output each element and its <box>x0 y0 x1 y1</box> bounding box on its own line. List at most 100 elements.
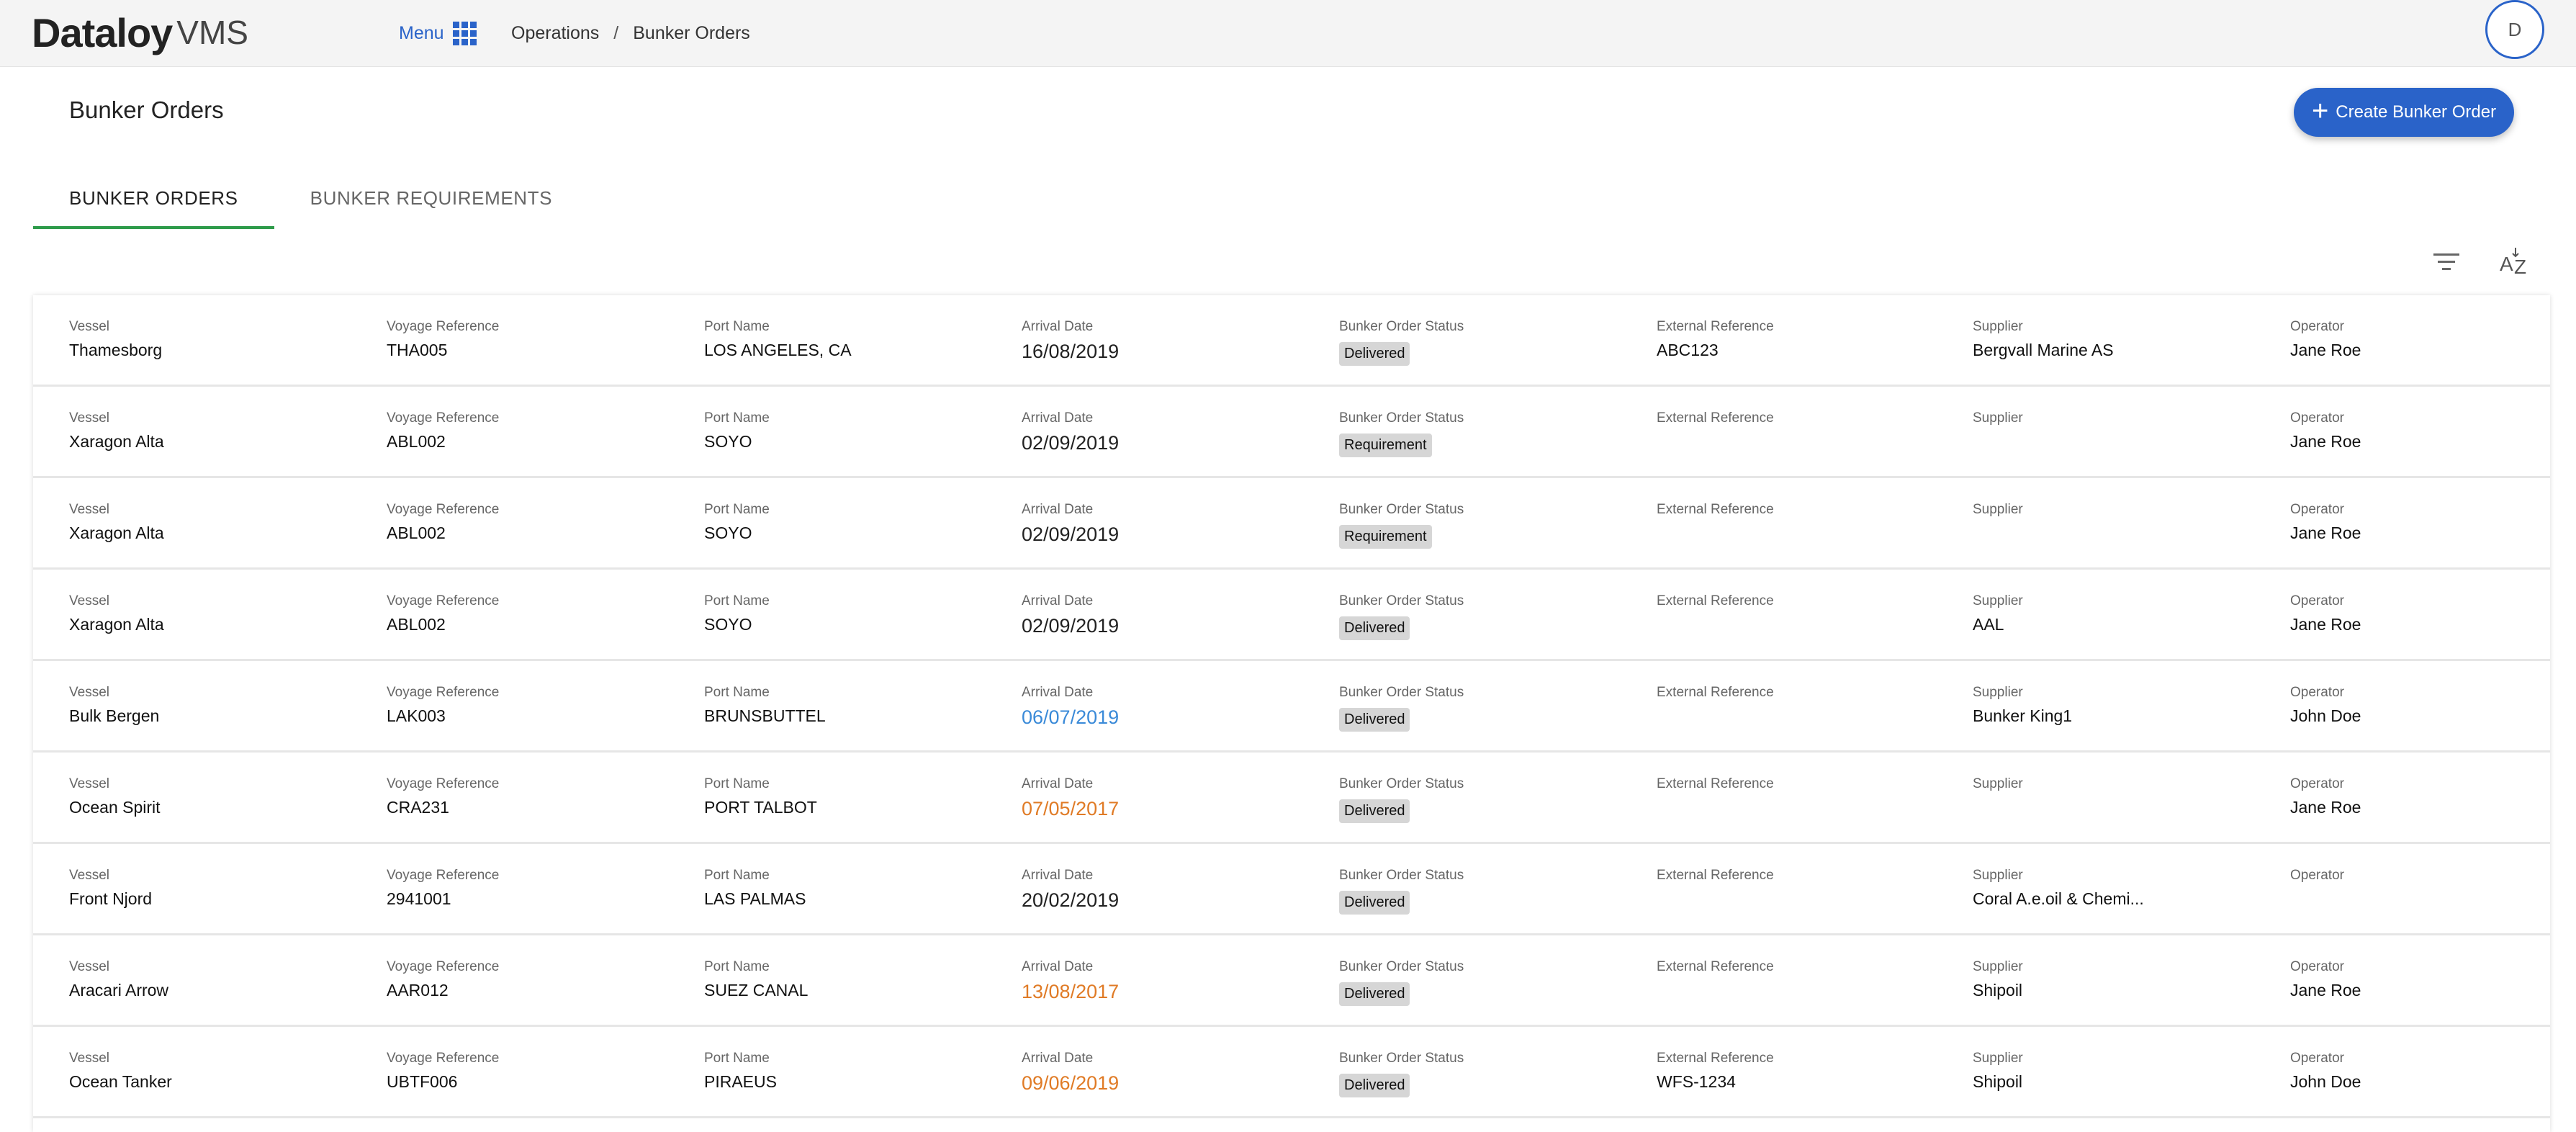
create-bunker-order-button[interactable]: + Create Bunker Order <box>2294 88 2514 137</box>
external-reference-cell: External Reference <box>1657 776 1774 798</box>
bunker-order-status-label: Bunker Order Status <box>1339 410 1464 426</box>
supplier-label: Supplier <box>1973 868 2023 883</box>
vessel-label: Vessel <box>69 410 109 426</box>
vessel-cell: Vessel Thamesborg <box>69 319 162 360</box>
vessel-label: Vessel <box>69 593 109 608</box>
arrival-date-label: Arrival Date <box>1022 959 1094 974</box>
voyage-reference-cell: Voyage Reference ABL002 <box>387 410 499 452</box>
external-reference-cell: External Reference <box>1657 593 1774 615</box>
supplier-cell: Supplier Bergvall Marine AS <box>1973 319 2114 360</box>
table-row[interactable]: Vessel Xaragon Alta Voyage Reference ABL002… <box>33 387 2550 478</box>
svg-text:Z: Z <box>2514 256 2526 278</box>
arrival-date-cell: Arrival Date 02/09/2019 <box>1022 593 1119 637</box>
operator-label: Operator <box>2290 868 2344 883</box>
table-row[interactable]: Vessel Bulk Bergen Voyage Reference LAK003 P… <box>33 661 2550 753</box>
supplier-value: Bergvall Marine AS <box>1973 341 2114 359</box>
supplier-cell: Supplier <box>1973 776 2023 798</box>
bunker-orders-list: Vessel Thamesborg Voyage Reference THA005 Po… <box>33 295 2550 1132</box>
vessel-cell: Vessel Bulk Bergen <box>69 685 159 726</box>
table-row[interactable]: Vessel Xaragon Alta Voyage Reference ABL002… <box>33 478 2550 570</box>
arrival-date-label: Arrival Date <box>1022 593 1094 608</box>
arrival-date-value: 07/05/2017 <box>1022 798 1120 819</box>
external-reference-value: ABC123 <box>1657 341 1719 359</box>
table-row[interactable]: Vessel Front Njord Voyage Reference 2941001… <box>33 844 2550 935</box>
vessel-value: Ocean Spirit <box>69 798 161 817</box>
table-row[interactable]: Vessel Ocean Tanker Voyage Reference UBTF00… <box>33 1027 2550 1118</box>
port-name-cell: Port Name BRUNSBUTTEL <box>704 685 826 726</box>
operator-cell: Operator Jane Roe <box>2290 319 2361 360</box>
vessel-label: Vessel <box>69 502 109 517</box>
operator-value: Jane Roe <box>2290 615 2361 634</box>
supplier-label: Supplier <box>1973 1051 2023 1066</box>
supplier-cell: Supplier AAL <box>1973 593 2023 634</box>
voyage-reference-label: Voyage Reference <box>387 685 500 700</box>
svg-text:A: A <box>2500 253 2513 275</box>
port-name-cell: Port Name SUEZ CANAL <box>704 959 808 1000</box>
external-reference-cell: External Reference <box>1657 685 1774 706</box>
status-badge: Delivered <box>1339 616 1410 640</box>
logo-sub-text: VMS <box>176 14 248 51</box>
supplier-cell: Supplier Shipoil <box>1973 1051 2023 1092</box>
status-badge: Requirement <box>1339 525 1432 549</box>
external-reference-label: External Reference <box>1657 502 1774 517</box>
external-reference-label: External Reference <box>1657 593 1774 608</box>
arrival-date-label: Arrival Date <box>1022 319 1094 334</box>
bunker-order-status-label: Bunker Order Status <box>1339 685 1464 700</box>
operator-cell: Operator Jane Roe <box>2290 410 2361 452</box>
supplier-value: Coral A.e.oil & Chemi... <box>1973 889 2144 908</box>
vessel-label: Vessel <box>69 1051 109 1066</box>
supplier-cell: Supplier <box>1973 502 2023 524</box>
menu-button[interactable]: Menu <box>399 19 477 48</box>
status-badge: Delivered <box>1339 799 1410 823</box>
vessel-cell: Vessel Xaragon Alta <box>69 502 164 543</box>
port-name-cell: Port Name SOYO <box>704 593 770 634</box>
table-row[interactable]: Vessel Xaragon Alta Voyage Reference ABL002… <box>33 570 2550 661</box>
arrival-date-cell: Arrival Date 20/02/2019 <box>1022 868 1119 912</box>
voyage-reference-cell: Voyage Reference AAR012 <box>387 959 499 1000</box>
voyage-reference-label: Voyage Reference <box>387 319 500 334</box>
supplier-value: Shipoil <box>1973 981 2023 1000</box>
vessel-cell: Vessel Aracari Arrow <box>69 959 168 1000</box>
voyage-reference-cell: Voyage Reference 2941001 <box>387 868 499 909</box>
port-name-value: LOS ANGELES, CA <box>704 341 852 359</box>
vessel-value: Xaragon Alta <box>69 524 164 542</box>
table-row[interactable]: Vessel Thamesborg Voyage Reference THA005 Po… <box>33 295 2550 387</box>
port-name-cell: Port Name PIRAEUS <box>704 1051 777 1092</box>
operator-label: Operator <box>2290 502 2344 517</box>
tab-bunker-requirements[interactable]: BUNKER REQUIREMENTS <box>274 170 588 226</box>
voyage-reference-cell: Voyage Reference THA005 <box>387 319 499 360</box>
user-avatar[interactable]: D <box>2485 0 2544 59</box>
arrival-date-value: 02/09/2019 <box>1022 432 1120 454</box>
vessel-label: Vessel <box>69 959 109 974</box>
voyage-reference-value: AAR012 <box>387 981 449 1000</box>
external-reference-label: External Reference <box>1657 776 1774 791</box>
filter-icon[interactable] <box>2431 249 2462 275</box>
breadcrumb-operations[interactable]: Operations <box>511 23 599 44</box>
arrival-date-value: 06/07/2019 <box>1022 706 1120 728</box>
external-reference-label: External Reference <box>1657 868 1774 883</box>
operator-label: Operator <box>2290 593 2344 608</box>
port-name-value: PIRAEUS <box>704 1072 777 1091</box>
bunker-order-status-cell: Bunker Order Status Delivered <box>1339 959 1464 1006</box>
table-row[interactable]: Vessel Aracari Arrow Voyage Reference AAR01… <box>33 935 2550 1027</box>
arrival-date-label: Arrival Date <box>1022 410 1094 426</box>
operator-label: Operator <box>2290 959 2344 974</box>
top-bar: Dataloy VMS Menu Operations / Bunker Ord… <box>0 0 2576 67</box>
operator-value: Jane Roe <box>2290 798 2361 817</box>
vessel-value: Aracari Arrow <box>69 981 169 1000</box>
vessel-cell: Vessel Front Njord <box>69 868 152 909</box>
table-row[interactable]: Vessel Ocean Spirit Voyage Reference CRA231… <box>33 753 2550 844</box>
vessel-value: Thamesborg <box>69 341 163 359</box>
bunker-order-status-cell: Bunker Order Status Delivered <box>1339 1051 1464 1097</box>
tab-bar: BUNKER ORDERS BUNKER REQUIREMENTS <box>33 170 588 229</box>
arrival-date-cell: Arrival Date 16/08/2019 <box>1022 319 1119 363</box>
port-name-value: BRUNSBUTTEL <box>704 706 826 725</box>
sort-az-icon[interactable]: A Z <box>2498 245 2533 279</box>
supplier-label: Supplier <box>1973 593 2023 608</box>
operator-cell: Operator John Doe <box>2290 1051 2361 1092</box>
menu-label: Menu <box>399 22 444 43</box>
status-badge: Delivered <box>1339 891 1410 915</box>
arrival-date-value: 02/09/2019 <box>1022 615 1120 637</box>
tab-bunker-orders[interactable]: BUNKER ORDERS <box>33 170 274 229</box>
dataloy-logo[interactable]: Dataloy VMS <box>32 7 248 58</box>
